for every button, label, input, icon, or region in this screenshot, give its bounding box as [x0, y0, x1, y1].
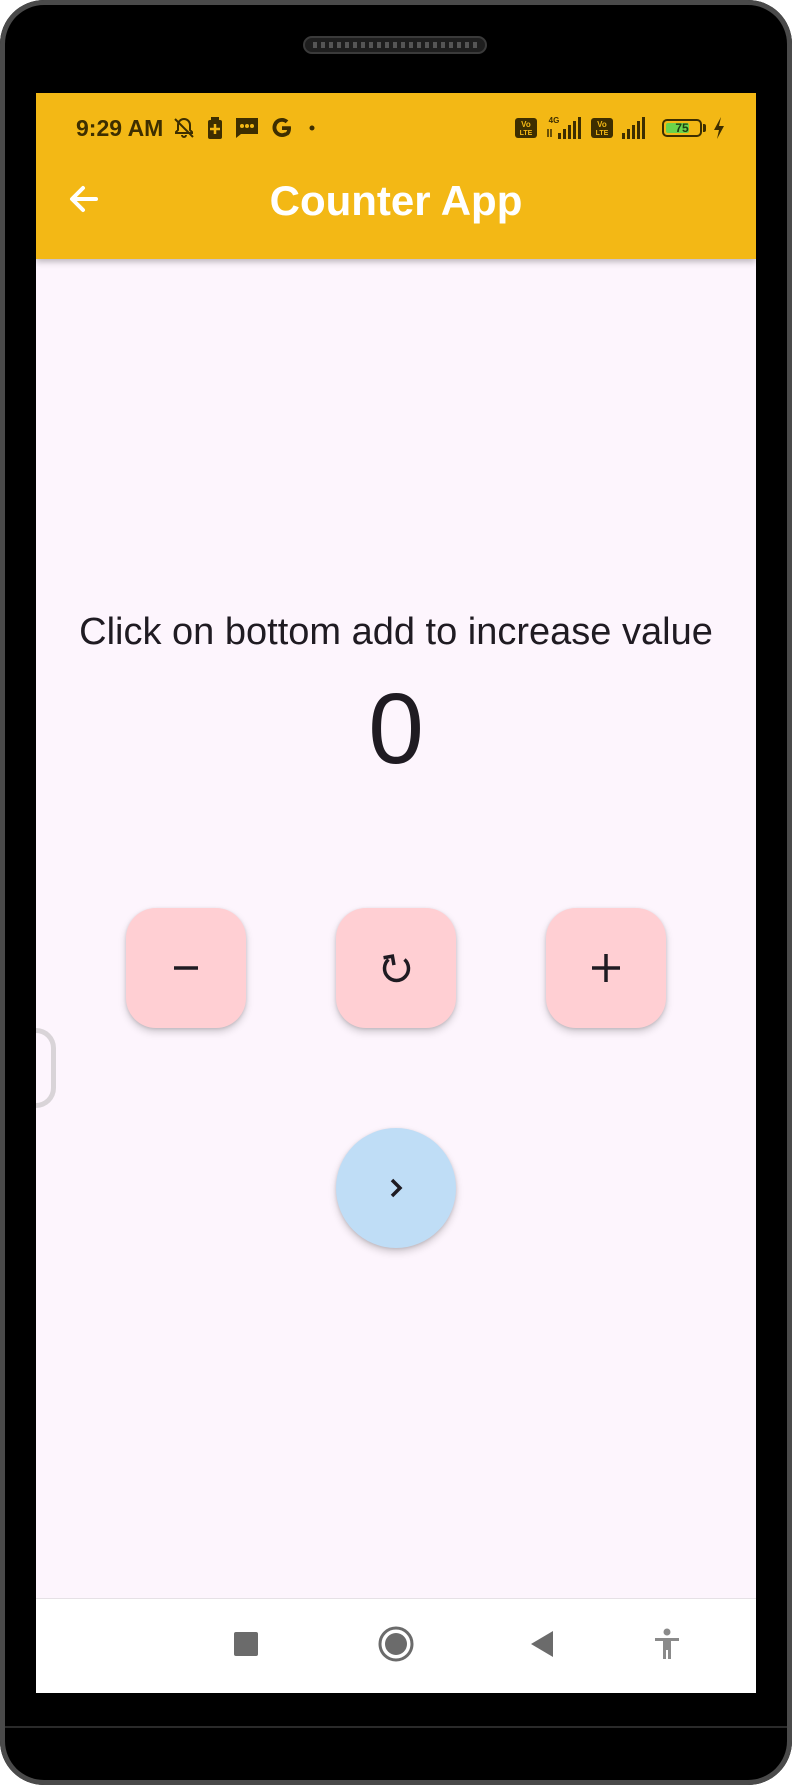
svg-text:Vo: Vo	[597, 120, 607, 129]
refresh-icon	[382, 954, 411, 983]
battery-icon: 75	[662, 119, 702, 137]
google-icon	[270, 116, 294, 140]
bottom-bezel-edge	[5, 1726, 787, 1728]
dot-icon	[304, 116, 320, 140]
svg-text:LTE: LTE	[596, 130, 609, 137]
counter-value: 0	[368, 673, 424, 785]
chevron-right-icon	[390, 1178, 403, 1198]
status-left-icons	[172, 113, 320, 143]
message-icon	[234, 116, 260, 140]
system-nav-bar	[36, 1598, 756, 1693]
edge-panel-handle[interactable]	[36, 1028, 56, 1108]
recents-icon	[234, 1632, 258, 1656]
status-bar: 9:29 AM Vo LTE 4G Vo LTE 75	[36, 93, 756, 163]
back-icon	[531, 1631, 553, 1657]
home-icon	[378, 1626, 414, 1662]
charging-icon	[712, 116, 726, 140]
increment-button[interactable]	[546, 908, 666, 1028]
plus-icon	[592, 954, 620, 982]
app-bar: 9:29 AM Vo LTE 4G Vo LTE 75 Counter App	[36, 93, 756, 259]
svg-text:4G: 4G	[549, 116, 560, 125]
signal-4g-icon: 4G	[544, 115, 584, 141]
battery-saver-icon	[206, 116, 224, 140]
decrement-button[interactable]	[126, 908, 246, 1028]
status-time: 9:29 AM	[76, 115, 164, 141]
minus-icon	[174, 966, 198, 970]
bell-off-icon	[172, 116, 196, 140]
app-title: Counter App	[269, 177, 523, 224]
battery-level: 75	[675, 121, 689, 135]
accessibility-icon	[655, 1628, 679, 1659]
svg-text:Vo: Vo	[521, 120, 531, 129]
signal-icon	[620, 115, 650, 141]
svg-text:LTE: LTE	[520, 130, 533, 137]
nav-back-button[interactable]	[517, 1619, 567, 1669]
volte-icon: Vo LTE	[514, 117, 538, 139]
earpiece-speaker	[303, 36, 487, 54]
status-right-icons: Vo LTE 4G Vo LTE 75	[514, 113, 726, 143]
screen: 9:29 AM Vo LTE 4G Vo LTE 75 Counter App …	[36, 93, 756, 1693]
battery-nub	[703, 124, 706, 132]
next-button[interactable]	[336, 1128, 456, 1248]
recents-button[interactable]	[221, 1619, 271, 1669]
reset-button[interactable]	[336, 908, 456, 1028]
instruction-text: Click on bottom add to increase value	[79, 611, 713, 653]
phone-frame: 9:29 AM Vo LTE 4G Vo LTE 75 Counter App …	[0, 0, 792, 1785]
accessibility-button[interactable]	[642, 1619, 692, 1669]
volte-icon: Vo LTE	[590, 117, 614, 139]
home-button[interactable]	[371, 1619, 421, 1669]
